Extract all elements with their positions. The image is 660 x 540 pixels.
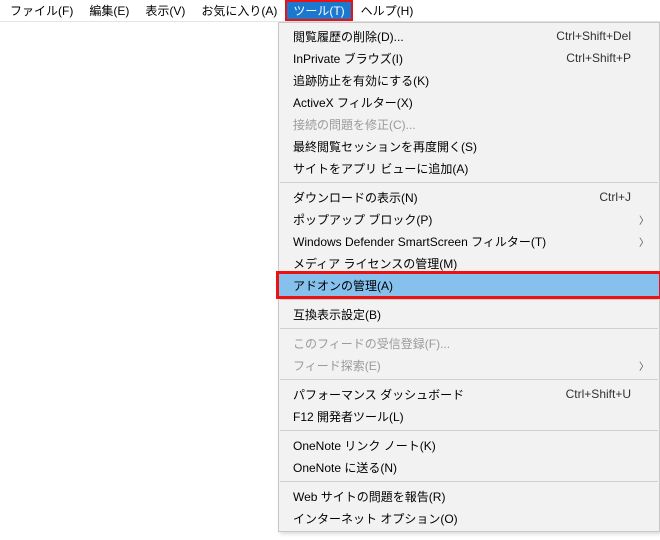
menu-help[interactable]: ヘルプ(H) xyxy=(353,0,422,21)
menu-file[interactable]: ファイル(F) xyxy=(2,0,81,21)
menu-tools[interactable]: ツール(T) xyxy=(285,0,352,21)
menu-item[interactable]: インターネット オプション(O) xyxy=(279,507,659,529)
menu-item: フィード探索(E) 〉 xyxy=(279,354,659,376)
menu-item-label: サイトをアプリ ビューに追加(A) xyxy=(293,160,631,177)
menu-separator xyxy=(280,299,658,300)
menu-item-shortcut: Ctrl+J xyxy=(599,190,631,204)
menu-separator xyxy=(280,430,658,431)
menu-favorites[interactable]: お気に入り(A) xyxy=(193,0,285,21)
menu-item-label: 追跡防止を有効にする(K) xyxy=(293,72,631,89)
menu-separator xyxy=(280,481,658,482)
menu-item[interactable]: ポップアップ ブロック(P) 〉 xyxy=(279,208,659,230)
menu-item-shortcut: Ctrl+Shift+U xyxy=(566,387,631,401)
menu-item: 接続の問題を修正(C)... xyxy=(279,113,659,135)
menu-item-label: OneNote に送る(N) xyxy=(293,459,631,476)
menu-item-label: メディア ライセンスの管理(M) xyxy=(293,255,631,272)
menu-item-label: ダウンロードの表示(N) xyxy=(293,189,599,206)
menu-separator xyxy=(280,328,658,329)
menu-item[interactable]: アドオンの管理(A) xyxy=(279,274,659,296)
chevron-right-icon: 〉 xyxy=(639,234,649,249)
menu-item[interactable]: ActiveX フィルター(X) xyxy=(279,91,659,113)
menu-item-label: Windows Defender SmartScreen フィルター(T) xyxy=(293,233,631,250)
menu-item[interactable]: ダウンロードの表示(N)Ctrl+J xyxy=(279,186,659,208)
menu-item-label: 最終閲覧セッションを再度開く(S) xyxy=(293,138,631,155)
menubar: ファイル(F) 編集(E) 表示(V) お気に入り(A) ツール(T) ヘルプ(… xyxy=(0,0,660,22)
menu-item-shortcut: Ctrl+Shift+Del xyxy=(556,29,631,43)
menu-separator xyxy=(280,182,658,183)
menu-item[interactable]: OneNote リンク ノート(K) xyxy=(279,434,659,456)
menu-item-label: F12 開発者ツール(L) xyxy=(293,408,631,425)
menu-item-label: 閲覧履歴の削除(D)... xyxy=(293,28,556,45)
menu-separator xyxy=(280,379,658,380)
menu-item[interactable]: 閲覧履歴の削除(D)...Ctrl+Shift+Del xyxy=(279,25,659,47)
menu-item[interactable]: 最終閲覧セッションを再度開く(S) xyxy=(279,135,659,157)
menu-item-label: このフィードの受信登録(F)... xyxy=(293,335,631,352)
menu-item: このフィードの受信登録(F)... xyxy=(279,332,659,354)
menu-edit[interactable]: 編集(E) xyxy=(81,0,137,21)
menu-item-label: パフォーマンス ダッシュボード xyxy=(293,386,566,403)
menu-item-label: OneNote リンク ノート(K) xyxy=(293,437,631,454)
menu-item-shortcut: Ctrl+Shift+P xyxy=(566,51,631,65)
menu-item[interactable]: F12 開発者ツール(L) xyxy=(279,405,659,427)
menu-item-label: Web サイトの問題を報告(R) xyxy=(293,488,631,505)
menu-item[interactable]: サイトをアプリ ビューに追加(A) xyxy=(279,157,659,179)
menu-view[interactable]: 表示(V) xyxy=(137,0,193,21)
menu-item-label: フィード探索(E) xyxy=(293,357,631,374)
menu-item-label: アドオンの管理(A) xyxy=(293,277,631,294)
menu-item[interactable]: Web サイトの問題を報告(R) xyxy=(279,485,659,507)
menu-item-label: 接続の問題を修正(C)... xyxy=(293,116,631,133)
menu-item[interactable]: パフォーマンス ダッシュボードCtrl+Shift+U xyxy=(279,383,659,405)
menu-item[interactable]: InPrivate ブラウズ(I)Ctrl+Shift+P xyxy=(279,47,659,69)
menu-item-label: ポップアップ ブロック(P) xyxy=(293,211,631,228)
chevron-right-icon: 〉 xyxy=(639,212,649,227)
menu-item-label: ActiveX フィルター(X) xyxy=(293,94,631,111)
tools-dropdown: 閲覧履歴の削除(D)...Ctrl+Shift+DelInPrivate ブラウ… xyxy=(278,22,660,532)
menu-item-label: インターネット オプション(O) xyxy=(293,510,631,527)
chevron-right-icon: 〉 xyxy=(639,358,649,373)
menu-item[interactable]: OneNote に送る(N) xyxy=(279,456,659,478)
menu-item[interactable]: Windows Defender SmartScreen フィルター(T) 〉 xyxy=(279,230,659,252)
menu-item[interactable]: メディア ライセンスの管理(M) xyxy=(279,252,659,274)
menu-item-label: 互換表示設定(B) xyxy=(293,306,631,323)
menu-item[interactable]: 互換表示設定(B) xyxy=(279,303,659,325)
menu-item-label: InPrivate ブラウズ(I) xyxy=(293,50,566,67)
menu-item[interactable]: 追跡防止を有効にする(K) xyxy=(279,69,659,91)
